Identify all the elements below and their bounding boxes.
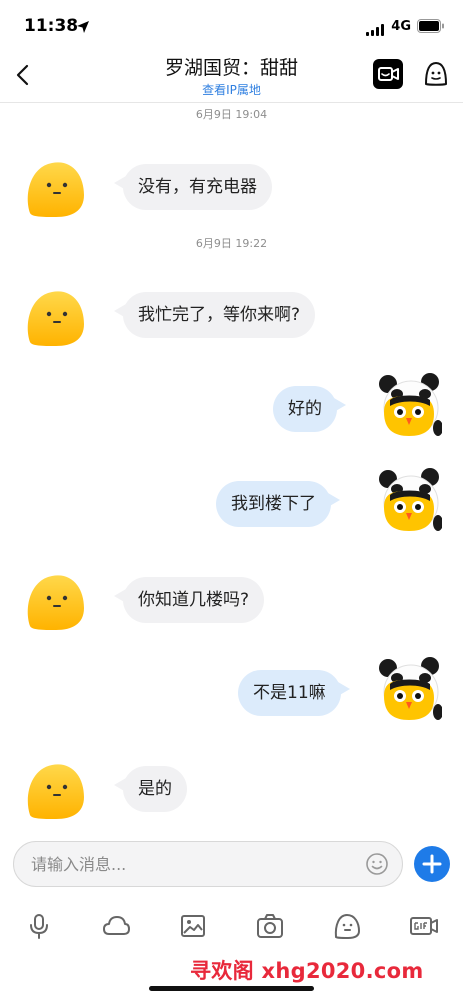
contact-avatar[interactable] (22, 284, 88, 350)
chat-toolbar (0, 905, 463, 949)
network-type: 4G (391, 19, 411, 34)
nav-bar: 罗湖国贸：甜甜 查看IP属地 (0, 50, 463, 103)
contact-avatar[interactable] (22, 568, 88, 634)
camera-icon (257, 914, 283, 938)
emoji-button[interactable] (365, 852, 389, 876)
outgoing-message-bubble[interactable]: 不是11嘛 (238, 670, 350, 716)
outgoing-message-bubble[interactable]: 我到楼下了 (216, 481, 340, 527)
add-button[interactable] (414, 846, 450, 882)
incoming-message-bubble[interactable]: 是的 (114, 766, 187, 812)
incoming-message-bubble[interactable]: 我忙完了，等你来啊? (113, 292, 316, 338)
outgoing-message-bubble[interactable]: 好的 (273, 386, 346, 432)
incoming-message-bubble[interactable]: 你知道几楼吗? (113, 577, 265, 623)
status-bar: 11:38 4G (0, 0, 463, 50)
message-timestamp: 6月9日 19:04 (195, 108, 268, 121)
message-input[interactable] (13, 841, 403, 887)
watermark-text: 寻欢阁 xhg2020.com (190, 959, 424, 983)
profile-button[interactable] (423, 60, 449, 88)
ghost-profile-icon (425, 62, 447, 86)
cloud-icon (103, 916, 130, 935)
contact-avatar[interactable] (22, 757, 88, 823)
smiley-icon (366, 853, 388, 875)
sticker-icon (334, 913, 361, 940)
gif-icon (410, 917, 438, 935)
image-icon (181, 915, 205, 937)
my-avatar[interactable] (376, 656, 442, 722)
message-timestamp: 6月9日 19:22 (195, 237, 268, 250)
incoming-message-bubble[interactable]: 没有，有充电器 (114, 164, 272, 210)
status-time: 11:38 (24, 16, 79, 36)
signal-icon (366, 21, 386, 40)
video-camera-icon (378, 67, 399, 81)
contact-avatar[interactable] (22, 155, 88, 221)
location-arrow-icon (76, 19, 90, 38)
camera-button[interactable] (255, 911, 285, 941)
cloud-button[interactable] (101, 911, 131, 941)
my-avatar[interactable] (376, 467, 442, 533)
battery-icon (417, 18, 445, 37)
plus-icon (422, 854, 442, 874)
my-avatar[interactable] (376, 372, 442, 438)
gif-button[interactable] (409, 911, 439, 941)
message-input-bar (0, 835, 463, 895)
home-indicator[interactable] (149, 986, 314, 991)
microphone-icon (30, 914, 48, 939)
photo-button[interactable] (178, 911, 208, 941)
sticker-button[interactable] (332, 911, 362, 941)
video-call-button[interactable] (373, 59, 403, 89)
voice-button[interactable] (24, 911, 54, 941)
